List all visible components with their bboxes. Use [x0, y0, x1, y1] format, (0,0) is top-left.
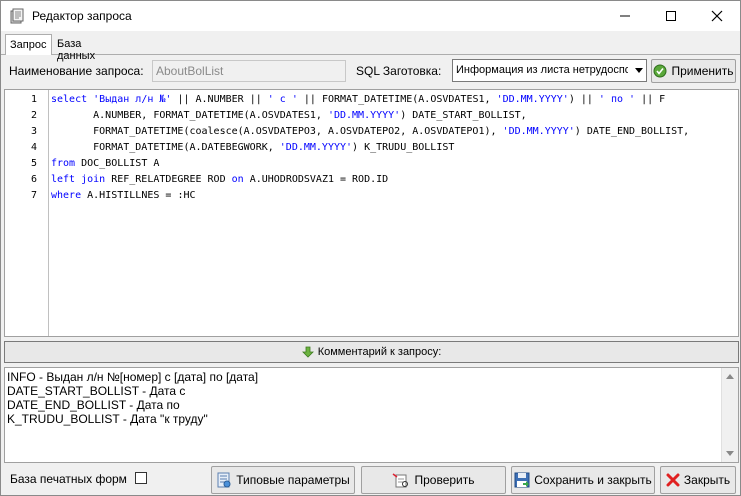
comment-line: K_TRUDU_BOLLIST - Дата "к труду": [7, 412, 208, 426]
apply-button[interactable]: Применить: [651, 59, 736, 83]
code-line: select 'Выдан л/н №' || A.NUMBER || ' с …: [51, 94, 666, 105]
query-toolbar: Наименование запроса: AboutBolList SQL З…: [1, 55, 740, 87]
footer-bar: База печатных форм Типовые параметры Про…: [1, 465, 740, 495]
sql-editor[interactable]: 1 2 3 4 5 6 7 select 'Выдан л/н №' || A.…: [4, 89, 739, 337]
line-number: 2: [30, 110, 37, 121]
save-icon: [514, 472, 530, 488]
apply-icon: [653, 64, 667, 78]
query-name-input[interactable]: AboutBolList: [152, 60, 346, 82]
tab-database[interactable]: База данных: [53, 35, 125, 62]
comment-scrollbar[interactable]: [721, 368, 738, 462]
comment-line: DATE_END_BOLLIST - Дата по: [7, 398, 180, 412]
typical-params-button[interactable]: Типовые параметры: [211, 466, 355, 494]
sql-template-label: SQL Заготовка:: [356, 64, 442, 78]
chevron-down-icon: [635, 68, 643, 73]
window-close-button[interactable]: [694, 1, 740, 31]
close-button[interactable]: Закрыть: [660, 466, 736, 494]
sql-template-value: Информация из листа нетрудоспо: [456, 64, 628, 76]
minimize-icon: [620, 15, 630, 17]
close-red-icon: [666, 473, 680, 487]
check-label: Проверить: [414, 473, 475, 487]
code-line: FORMAT_DATETIME(A.DATEBEGWORK, 'DD.MM.YY…: [51, 142, 455, 153]
comment-line: DATE_START_BOLLIST - Дата с: [7, 384, 186, 398]
maximize-icon: [666, 11, 676, 21]
arrow-down-icon: [301, 346, 314, 358]
line-number: 4: [30, 142, 37, 153]
params-label: Типовые параметры: [236, 473, 350, 487]
tab-query[interactable]: Запрос: [5, 34, 52, 55]
comment-toggle-button[interactable]: Комментарий к запросу:: [4, 341, 739, 363]
close-label: Закрыть: [683, 473, 731, 487]
minimize-button[interactable]: [602, 1, 648, 31]
query-editor-window: Редактор запроса Запрос База данных Наим…: [0, 0, 741, 496]
line-number: 7: [30, 190, 37, 201]
check-doc-icon: [393, 473, 409, 488]
check-button[interactable]: Проверить: [361, 466, 506, 494]
scroll-up-icon[interactable]: [726, 374, 734, 379]
line-number: 6: [30, 174, 37, 185]
code-line: A.NUMBER, FORMAT_DATETIME(A.OSVDATES1, '…: [51, 110, 527, 121]
code-line: FORMAT_DATETIME(coalesce(A.OSVDATEPO3, A…: [51, 126, 690, 137]
code-line: from DOC_BOLLIST A: [51, 158, 160, 169]
line-number: 5: [30, 158, 37, 169]
app-icon: [9, 8, 25, 24]
comment-bar-label: Комментарий к запросу:: [317, 346, 442, 358]
save-and-close-label: Сохранить и закрыть: [534, 473, 652, 487]
print-forms-label: База печатных форм: [10, 472, 127, 486]
title-bar: Редактор запроса: [1, 1, 740, 31]
line-number: 1: [30, 94, 37, 105]
apply-label: Применить: [671, 64, 734, 78]
line-number: 3: [30, 126, 37, 137]
comment-textarea[interactable]: INFO - Выдан л/н №[номер] с [дата] по [д…: [4, 367, 739, 463]
print-forms-checkbox[interactable]: [135, 472, 147, 484]
query-name-label: Наименование запроса:: [9, 64, 144, 78]
window-title: Редактор запроса: [32, 9, 132, 23]
close-icon: [711, 10, 723, 22]
code-line: left join REF_RELATDEGREE ROD on A.UHODR…: [51, 174, 389, 185]
sql-code: select 'Выдан л/н №' || A.NUMBER || ' с …: [51, 90, 738, 336]
save-and-close-button[interactable]: Сохранить и закрыть: [511, 466, 655, 494]
params-icon: [217, 472, 231, 488]
scroll-down-icon[interactable]: [726, 451, 734, 456]
maximize-button[interactable]: [648, 1, 694, 31]
line-number-gutter: 1 2 3 4 5 6 7: [5, 90, 49, 336]
sql-template-select[interactable]: Информация из листа нетрудоспо: [452, 59, 647, 82]
comment-line: INFO - Выдан л/н №[номер] с [дата] по [д…: [7, 370, 259, 384]
code-line: where A.HISTILLNES = :HC: [51, 190, 196, 201]
